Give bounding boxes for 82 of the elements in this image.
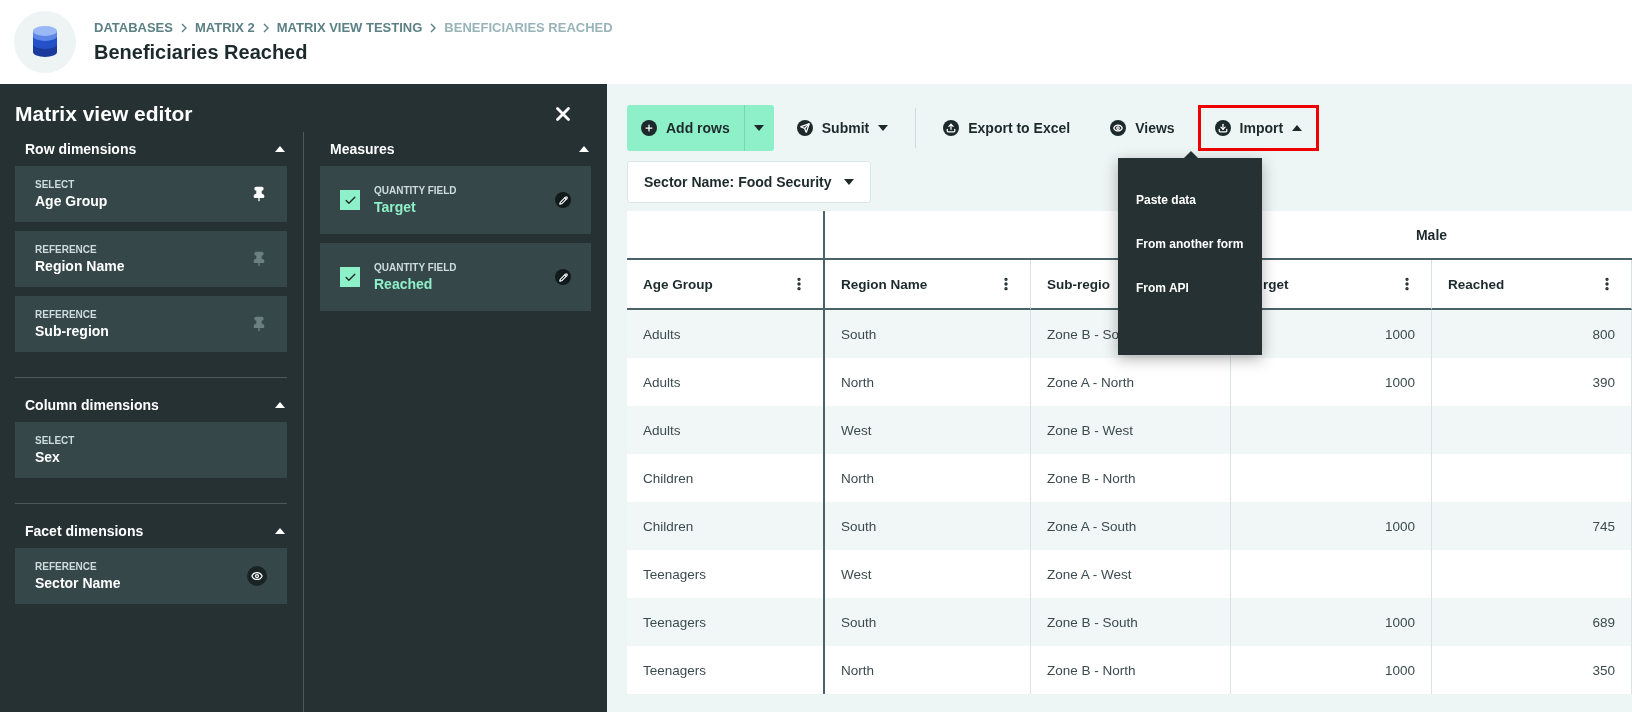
column-header[interactable]: Age Group	[643, 276, 713, 292]
collapse-icon[interactable]	[275, 402, 285, 408]
pencil-icon[interactable]	[555, 269, 571, 285]
database-icon	[32, 25, 58, 59]
chevron-icon	[262, 22, 269, 33]
measure-card[interactable]: QUANTITY FIELD Reached	[320, 243, 591, 311]
eye-icon	[1110, 120, 1127, 136]
dimension-type: SELECT	[35, 179, 76, 190]
dimension-card[interactable]: REFERENCE Region Name	[15, 231, 287, 287]
table-cell: 745	[1432, 502, 1632, 550]
caret-icon	[843, 179, 854, 185]
chevron-icon	[180, 22, 187, 33]
dimension-card[interactable]: SELECT Sex	[15, 422, 287, 478]
collapse-icon[interactable]	[579, 146, 589, 152]
dimension-name: Age Group	[35, 193, 109, 209]
table-cell: South	[825, 598, 1031, 646]
add-rows-button[interactable]: Add rows	[627, 105, 744, 151]
editor-title: Matrix view editor	[15, 102, 193, 126]
table-cell: South	[825, 502, 1031, 550]
dimension-card[interactable]: SELECT Age Group	[15, 166, 287, 222]
pin-icon[interactable]	[251, 186, 267, 202]
column-header[interactable]: Region Name	[841, 276, 928, 292]
column-header[interactable]: rget	[1263, 276, 1289, 292]
download-icon	[1214, 120, 1231, 136]
column-header[interactable]: Reached	[1448, 276, 1505, 292]
table-cell: 800	[1432, 310, 1632, 358]
table-cell: Zone B - West	[1031, 406, 1231, 454]
dimension-name: Region Name	[35, 258, 126, 274]
eye-icon[interactable]	[247, 566, 267, 586]
section-title: Measures	[330, 141, 395, 157]
dimension-type: SELECT	[35, 435, 76, 446]
dimension-type: REFERENCE	[35, 309, 98, 320]
dimension-type: REFERENCE	[35, 561, 98, 572]
table-cell: Children	[627, 502, 825, 550]
breadcrumb-link[interactable]: MATRIX VIEW TESTING	[276, 20, 423, 35]
chevron-icon	[430, 22, 437, 33]
column-header[interactable]: Sub-regio	[1047, 276, 1110, 292]
checkbox[interactable]	[340, 267, 360, 287]
menu-item[interactable]: Paste data	[1136, 190, 1262, 234]
collapse-icon[interactable]	[275, 146, 285, 152]
measure-type: QUANTITY FIELD	[374, 185, 458, 196]
toolbar-button[interactable]: Import	[1197, 105, 1320, 151]
table-cell: Teenagers	[627, 598, 825, 646]
dimension-card[interactable]: REFERENCE Sector Name	[15, 548, 287, 604]
section-title: Column dimensions	[25, 397, 159, 413]
section-title: Facet dimensions	[25, 523, 144, 539]
table-cell: 689	[1432, 598, 1632, 646]
measure-name: Target	[374, 199, 417, 215]
measure-type: QUANTITY FIELD	[374, 262, 458, 273]
upload-icon	[943, 120, 960, 136]
caret-icon	[754, 125, 765, 131]
breadcrumb-link[interactable]: MATRIX 2	[194, 20, 255, 35]
page-title: Beneficiaries Reached	[94, 41, 309, 64]
table-cell: Adults	[627, 310, 825, 358]
table-cell: Zone A - South	[1031, 502, 1231, 550]
table-cell: Zone B - South	[1031, 598, 1231, 646]
menu-item[interactable]: From another form	[1136, 234, 1262, 278]
measure-card[interactable]: QUANTITY FIELD Target	[320, 166, 591, 234]
dimension-name: Sub-region	[35, 323, 110, 339]
send-icon	[796, 120, 813, 136]
toolbar-button[interactable]: Export to Excel	[926, 105, 1088, 151]
table-cell: West	[825, 406, 1031, 454]
table-cell: 1000	[1231, 598, 1432, 646]
caret-icon	[878, 125, 889, 131]
measure-name: Reached	[374, 276, 434, 292]
pencil-icon[interactable]	[555, 192, 571, 208]
dimension-card[interactable]: REFERENCE Sub-region	[15, 296, 287, 352]
collapse-icon[interactable]	[275, 528, 285, 534]
checkbox[interactable]	[340, 190, 360, 210]
table-cell: 1000	[1231, 502, 1432, 550]
table-cell: South	[825, 310, 1031, 358]
dimension-name: Sector Name	[35, 575, 122, 591]
toolbar-button[interactable]: Views	[1093, 105, 1192, 151]
filter-dropdown[interactable]: Sector Name: Food Security	[627, 161, 871, 203]
plus-icon	[641, 120, 657, 136]
toolbar-button[interactable]: Submit	[779, 105, 906, 151]
breadcrumb-link[interactable]: DATABASES	[94, 20, 173, 35]
section-title: Row dimensions	[25, 141, 137, 157]
caret-icon	[1292, 125, 1303, 131]
dimension-name: Sex	[35, 449, 61, 465]
table-cell: Adults	[627, 406, 825, 454]
dimension-type: REFERENCE	[35, 244, 98, 255]
